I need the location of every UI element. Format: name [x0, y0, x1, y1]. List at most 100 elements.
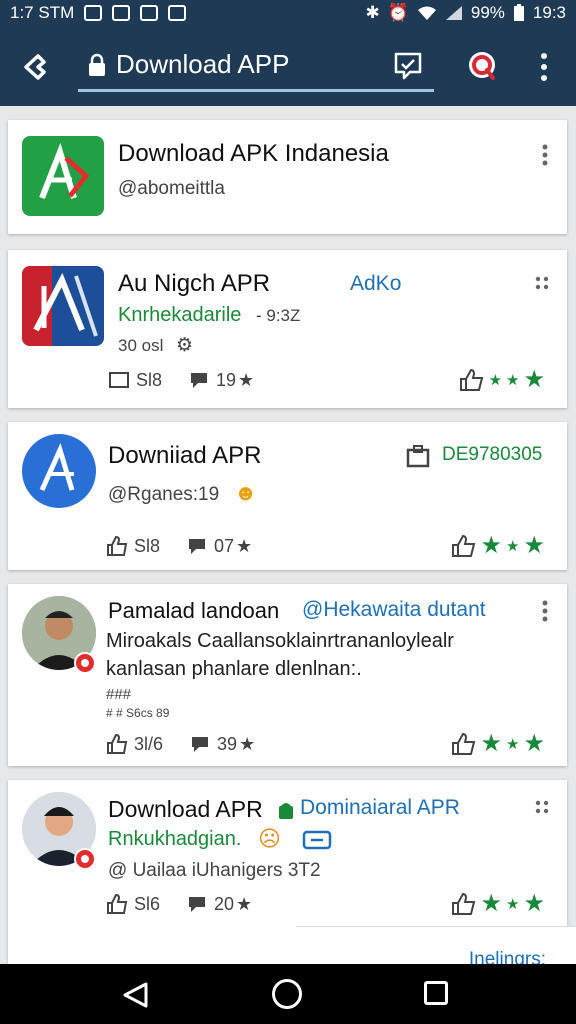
card-actions: 3l/6 39 ★ [106, 730, 255, 758]
post-author: Pamalad landoan [108, 598, 280, 623]
address-bar[interactable]: Download APP [78, 40, 434, 92]
card-title: Downiiad APR [108, 442, 262, 469]
app-notification-icon [168, 5, 187, 21]
card-title: Download APK Indanesia [118, 140, 389, 167]
app-logo [22, 434, 96, 508]
star-icon: ★ [506, 895, 520, 913]
thumbs-up-icon[interactable] [451, 892, 477, 916]
card-actions: Sl8 07 ★ [106, 532, 252, 560]
card-actions: Sl8 19 ★ [108, 366, 254, 394]
post-hashtags: ### [106, 686, 132, 703]
card-handle: @Rganes:19 [108, 484, 220, 505]
signal-icon [445, 6, 462, 20]
rating-star-icon: ★ [236, 535, 253, 556]
app-card[interactable]: Au Nigch APR AdKo Knrhekadarile - 9:3Z 3… [8, 250, 567, 408]
thumbs-up-icon[interactable] [106, 733, 128, 755]
nav-back-icon[interactable] [120, 981, 150, 1009]
stat-count: 39 [217, 733, 238, 754]
nav-recents-icon[interactable] [424, 981, 448, 1005]
comment-icon[interactable] [186, 535, 208, 557]
store-icon [406, 445, 430, 468]
nav-home-icon[interactable] [272, 979, 302, 1009]
star-icon: ★ [523, 890, 545, 917]
thumbs-up-icon[interactable] [106, 893, 128, 915]
rating-star-icon: ★ [236, 893, 253, 914]
rating[interactable]: ★ ★ ★ [451, 890, 545, 918]
star-icon: ★ [506, 537, 520, 555]
post-developer: Rnkukhadgian. [108, 828, 242, 850]
rating-star-icon: ★ [239, 733, 256, 754]
stat-count: Sl6 [134, 893, 161, 914]
thumbs-up-icon[interactable] [106, 535, 128, 557]
card-badge[interactable]: AdKo [350, 272, 401, 296]
star-icon: ★ [523, 366, 545, 393]
post-handle[interactable]: Dominaiaral APR [300, 796, 460, 820]
message-icon[interactable] [108, 369, 130, 391]
emoji-icon: ☹ [258, 826, 281, 851]
app-logo-icon [22, 266, 98, 346]
app-logo [22, 266, 104, 346]
app-card[interactable]: Downiiad APR DE9780305 @Rganes:19 ☻ Sl8 … [8, 422, 567, 570]
search-icon[interactable] [464, 48, 500, 84]
post-meta: @ Uailaa iUhanigers 3T2 [108, 860, 321, 881]
comment-icon[interactable] [189, 733, 211, 755]
grid-dots-icon[interactable] [535, 800, 549, 814]
post-author: Download APR [108, 796, 263, 822]
app-logo [22, 136, 104, 216]
stat-count: 19 [216, 369, 237, 390]
status-time-right: 19:3 [532, 3, 566, 22]
app-bar: Download APP [0, 26, 576, 106]
chat-icon [302, 830, 332, 850]
thumbs-up-icon[interactable] [451, 732, 477, 756]
rating[interactable]: ★ ★ ★ [451, 532, 545, 560]
rating-star-icon: ★ [238, 369, 255, 390]
card-info: 30 osl [118, 336, 164, 355]
post-handle[interactable]: @Hekawaita dutant [302, 598, 486, 622]
star-icon: ★ [506, 371, 520, 389]
card-title: Au Nigch APR [118, 270, 271, 297]
more-options-icon[interactable] [541, 144, 549, 166]
post-card[interactable]: Pamalad landoan @Hekawaita dutant Miroak… [8, 584, 567, 766]
battery-icon [513, 4, 524, 21]
apk-logo-icon [39, 142, 90, 200]
camera-notification-icon [140, 5, 159, 21]
wifi-icon [417, 6, 436, 20]
comment-icon[interactable] [188, 369, 210, 391]
page-title: Download APP [116, 49, 290, 79]
star-icon: ★ [480, 532, 503, 559]
post-text-line: kanlasan phanlare dlenlnan:. [106, 658, 362, 680]
rating[interactable]: ★ ★ ★ [451, 730, 545, 758]
star-icon: ★ [523, 532, 545, 559]
alarm-icon: ⏰ [387, 3, 409, 22]
gallery-notification-icon [84, 5, 103, 21]
bluetooth-icon: ✱ [365, 3, 380, 22]
stat-count: 20 [214, 893, 235, 914]
tab-switch-icon[interactable] [390, 48, 426, 84]
card-handle: @abomeittla [118, 178, 225, 199]
emoji-icon: ☻ [234, 480, 258, 505]
back-arrow-icon[interactable] [18, 50, 52, 84]
thumbs-up-icon[interactable] [451, 534, 477, 558]
status-time-left: 1:7 STM [10, 3, 75, 22]
comment-icon[interactable] [186, 893, 208, 915]
card-code: DE9780305 [442, 444, 543, 465]
grid-dots-icon[interactable] [535, 276, 549, 290]
stat-count: 07 [214, 535, 235, 556]
next-card-peek: Inelingrs: [296, 926, 576, 970]
rating[interactable]: ★ ★ ★ [459, 366, 545, 394]
stat-count: 3l/6 [134, 733, 164, 754]
star-icon: ★ [480, 730, 503, 757]
more-options-icon[interactable] [541, 600, 549, 622]
android-icon [279, 803, 293, 819]
system-nav-bar [0, 964, 576, 1024]
overflow-menu-icon[interactable] [534, 50, 554, 84]
feed: Download APK Indanesia @abomeittla Au Ni… [0, 106, 576, 964]
live-badge-icon [74, 848, 96, 870]
lock-icon [89, 53, 105, 76]
star-icon: ★ [506, 735, 520, 753]
star-icon: ★ [523, 730, 545, 757]
live-badge-icon [74, 652, 96, 674]
thumbs-up-icon[interactable] [459, 368, 485, 392]
app-card[interactable]: Download APK Indanesia @abomeittla [8, 120, 567, 234]
stat-count: Sl8 [136, 369, 163, 390]
